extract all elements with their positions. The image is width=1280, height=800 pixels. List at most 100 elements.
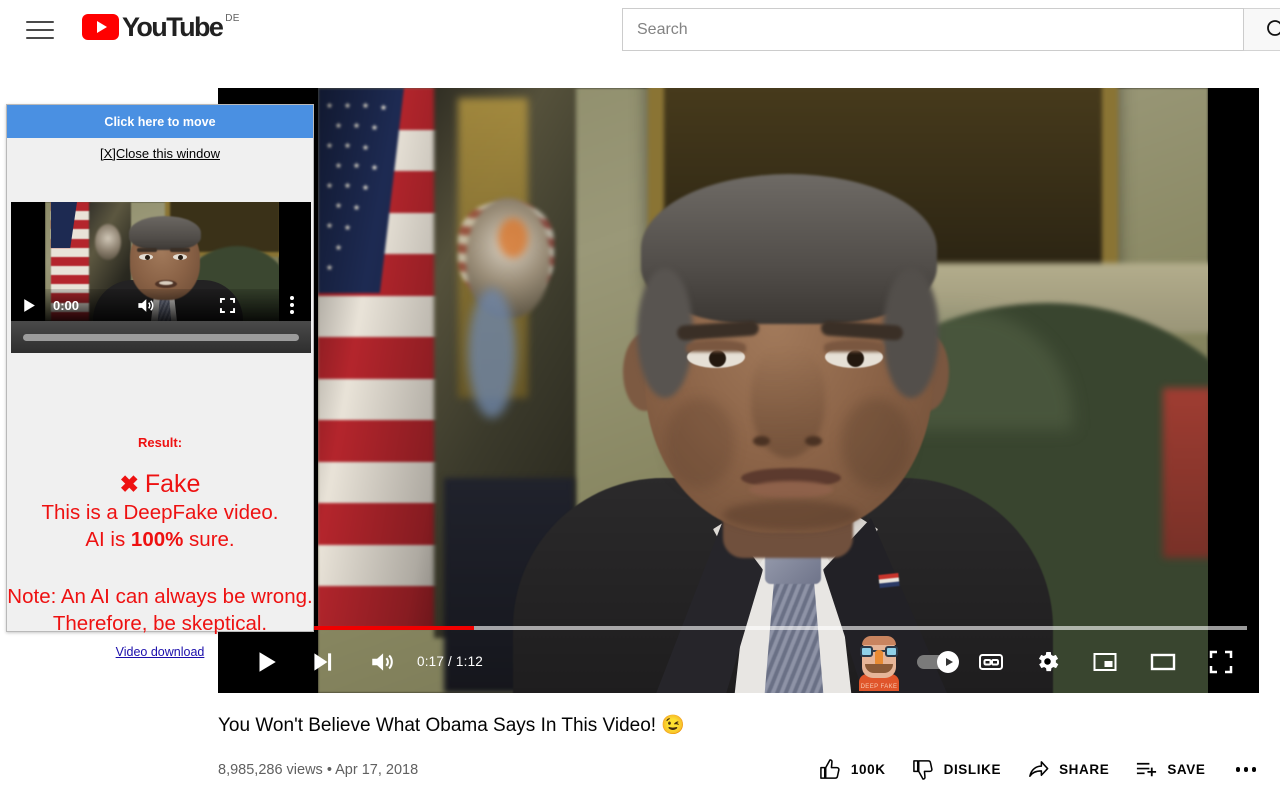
scrollbar-thumb[interactable]	[23, 333, 299, 341]
close-window-link[interactable]: [X]Close this window	[100, 146, 220, 161]
subject-lower-lip	[749, 481, 833, 498]
mini-time-display: 0:00	[53, 297, 80, 313]
save-label: SAVE	[1167, 762, 1206, 777]
mini-play-button[interactable]	[11, 289, 45, 321]
search-bar	[622, 8, 1280, 51]
hamburger-menu-icon[interactable]	[26, 18, 54, 42]
closed-captions-icon	[979, 653, 1003, 670]
subject-nostril-left	[753, 436, 770, 446]
share-arrow-icon	[1029, 761, 1049, 777]
detection-result: Result: ✖ Fake This is a DeepFake video.…	[7, 435, 313, 659]
result-note: Note: An AI can always be wrong. Therefo…	[7, 583, 313, 637]
mini-subject-teeth	[159, 281, 173, 285]
hamburger-line	[26, 29, 54, 31]
dislike-button[interactable]: DISLIKE	[912, 758, 1001, 781]
mini-player-controls: 0:00	[11, 289, 311, 321]
video-metadata: You Won't Believe What Obama Says In Thi…	[218, 712, 1260, 781]
mascot-hair	[862, 635, 896, 645]
dislike-label: DISLIKE	[943, 762, 1002, 777]
youtube-wordmark: YouTube	[122, 12, 224, 42]
volume-button[interactable]	[360, 638, 404, 686]
mini-subject-brow-left	[137, 248, 157, 252]
mascot-label: DEEP FAKE	[860, 683, 898, 690]
share-label: SHARE	[1059, 762, 1110, 777]
confidence-value: 100%	[130, 528, 184, 551]
seal-orange-detail	[498, 218, 528, 258]
panel-close-row: [X]Close this window	[7, 138, 313, 161]
share-button[interactable]: SHARE	[1027, 758, 1109, 781]
settings-gear-icon	[1038, 651, 1058, 672]
theater-mode-button[interactable]	[1141, 638, 1185, 686]
miniplayer-button[interactable]	[1083, 638, 1127, 686]
video-player[interactable]: 0:17 / 1:12 DEEP FAKE	[218, 88, 1259, 693]
youtube-watch-page: YouTube DE Search 0:17 / 1:12 DEEP FAKE …	[0, 0, 1280, 800]
more-dot	[1243, 767, 1248, 772]
result-label: Result:	[137, 435, 183, 450]
scene-right-flag	[1163, 388, 1208, 558]
panel-drag-handle[interactable]: Click here to move	[7, 105, 313, 138]
mini-subject-pupil-right	[178, 255, 183, 260]
panel-mini-player[interactable]: 0:00	[11, 202, 311, 321]
mini-volume-button[interactable]	[125, 289, 165, 321]
result-line-1: This is a DeepFake video.	[41, 501, 279, 524]
mini-overflow-menu-button[interactable]	[275, 289, 309, 321]
subject-pupil-left	[709, 350, 726, 367]
more-dot	[1251, 767, 1256, 772]
note-line-1: Note: An AI can always be wrong.	[7, 585, 313, 608]
mini-subject-brow-right	[170, 248, 190, 252]
verdict-cross-icon: ✖	[119, 471, 139, 497]
player-controls: 0:17 / 1:12 DEEP FAKE	[218, 630, 1259, 693]
more-actions-icon[interactable]	[1232, 767, 1261, 772]
toggle-knob	[937, 650, 959, 673]
miniplayer-icon	[1093, 652, 1117, 671]
fullscreen-icon	[219, 297, 235, 313]
confidence-suffix: sure.	[183, 528, 235, 551]
search-button[interactable]	[1244, 8, 1280, 51]
result-line-2: AI is 100% sure.	[7, 526, 313, 553]
save-playlist-icon	[1137, 762, 1157, 777]
time-display: 0:17 / 1:12	[417, 654, 484, 669]
view-count-and-date: 8,985,286 views • Apr 17, 2018	[218, 761, 419, 778]
play-triangle	[97, 21, 107, 33]
theater-mode-icon	[1150, 653, 1176, 670]
save-button[interactable]: SAVE	[1135, 758, 1205, 781]
youtube-logo[interactable]: YouTube DE	[82, 12, 240, 42]
toggle-play-glyph	[945, 657, 953, 666]
youtube-play-icon	[82, 14, 119, 40]
search-icon	[1266, 19, 1280, 36]
note-line-2: Therefore, be skeptical.	[52, 612, 268, 635]
search-input[interactable]	[622, 8, 1244, 51]
like-count: 100K	[850, 762, 886, 777]
subject-nostril-right	[805, 436, 822, 446]
video-meta-row: 8,985,286 views • Apr 17, 2018 100K DISL…	[218, 758, 1260, 781]
autoplay-toggle[interactable]	[917, 650, 961, 673]
mini-fullscreen-button[interactable]	[207, 289, 247, 321]
mascot-glasses-left	[860, 645, 873, 657]
like-button[interactable]: 100K	[819, 758, 886, 781]
country-code-label: DE	[225, 13, 240, 24]
settings-button[interactable]	[1025, 638, 1069, 686]
subject-cheek-left	[665, 398, 735, 488]
subject-eyelid-left	[686, 340, 746, 352]
mini-player-scrollbar[interactable]	[11, 321, 311, 353]
video-download-link[interactable]: Video download	[7, 645, 313, 659]
volume-icon	[372, 652, 393, 671]
verdict-text: Fake	[144, 470, 201, 498]
subject-chin-shadow	[723, 500, 859, 530]
confidence-prefix: AI is	[85, 528, 131, 551]
hamburger-line	[26, 37, 54, 39]
video-action-buttons: 100K DISLIKE SHARE SAVE	[819, 758, 1260, 781]
mascot-mustache	[865, 663, 893, 673]
thumbs-down-icon	[912, 760, 933, 780]
subject-pupil-right	[847, 350, 864, 367]
fullscreen-button[interactable]	[1199, 638, 1243, 686]
deepfake-detector-mascot-icon[interactable]: DEEP FAKE	[853, 633, 905, 691]
thumbs-up-icon	[820, 759, 840, 779]
captions-button[interactable]	[969, 638, 1013, 686]
video-content-area	[318, 88, 1208, 693]
volume-icon	[137, 298, 153, 312]
mini-subject-pupil-left	[145, 255, 150, 260]
page-title: You Won't Believe What Obama Says In Thi…	[218, 715, 685, 736]
video-subject	[513, 148, 1053, 693]
deepfake-detector-panel[interactable]: Click here to move [X]Close this window	[6, 104, 314, 659]
